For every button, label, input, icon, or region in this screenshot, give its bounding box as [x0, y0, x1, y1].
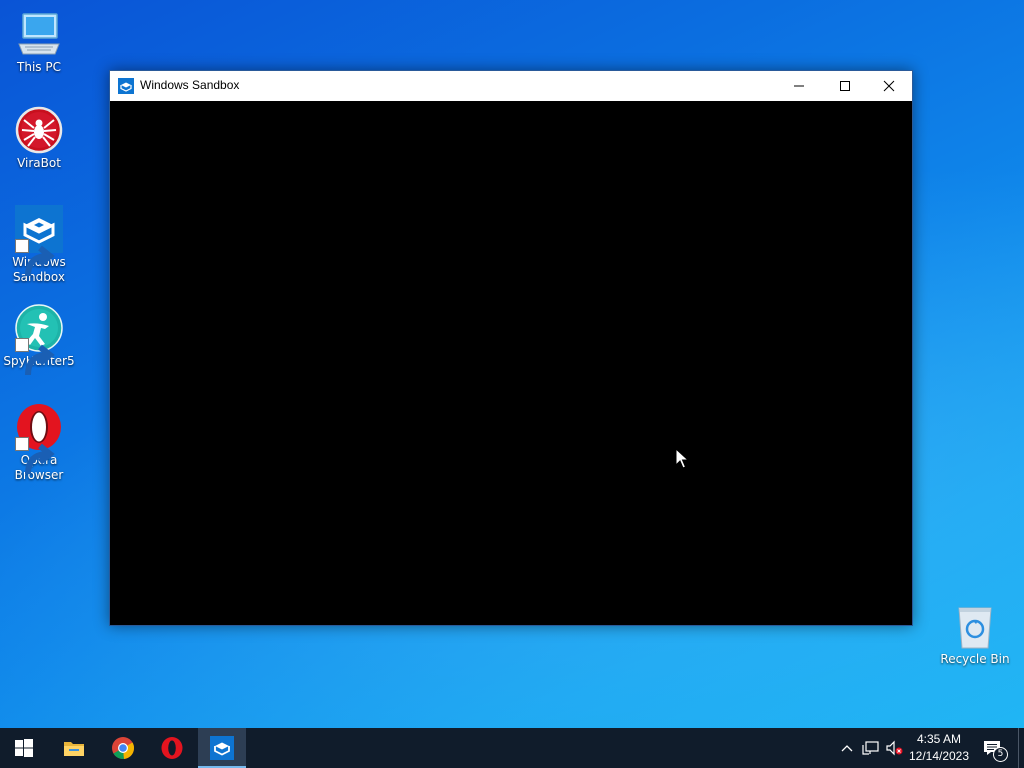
minimize-button[interactable]	[776, 71, 822, 101]
taskbar: 4:35 AM 12/14/2023	[0, 728, 1024, 768]
notification-count-badge: 5	[993, 747, 1008, 762]
clock-time: 4:35 AM	[916, 732, 962, 746]
virabot-spider-icon	[15, 106, 63, 154]
taskbar-windows-sandbox[interactable]	[198, 728, 246, 768]
opera-icon	[161, 737, 183, 759]
window-title: Windows Sandbox	[140, 78, 240, 92]
desktop-icon-this-pc[interactable]: This PC	[1, 10, 77, 75]
windows-sandbox-icon	[210, 736, 234, 760]
desktop-icon-spyhunter5[interactable]: SpyHunter5	[1, 304, 77, 376]
network-button[interactable]	[861, 738, 881, 758]
desktop-icon-windows-sandbox[interactable]: Windows Sandbox	[1, 205, 77, 285]
window-titlebar[interactable]: Windows Sandbox	[110, 71, 912, 101]
desktop-icon-opera-browser[interactable]: Opera Browser	[1, 403, 77, 483]
this-pc-icon	[18, 13, 60, 55]
shortcut-arrow-icon	[15, 437, 55, 475]
desktop-icon-recycle-bin[interactable]: Recycle Bin	[937, 602, 1013, 667]
windows-sandbox-icon	[118, 78, 134, 94]
mouse-cursor-icon	[675, 448, 689, 469]
start-icon	[15, 739, 33, 757]
volume-button[interactable]	[884, 738, 904, 758]
taskbar-file-explorer[interactable]	[50, 728, 98, 768]
volume-muted-icon	[886, 740, 903, 756]
start-button[interactable]	[0, 728, 48, 768]
taskbar-opera[interactable]	[148, 728, 196, 768]
clock-date: 12/14/2023	[908, 749, 970, 763]
close-button[interactable]	[866, 71, 912, 101]
shortcut-arrow-icon	[15, 338, 55, 376]
desktop-icon-label: ViraBot	[17, 156, 61, 170]
recycle-bin-icon	[958, 607, 992, 649]
minimize-icon	[794, 85, 804, 87]
close-icon	[883, 80, 895, 92]
desktop-icon-label: This PC	[17, 60, 61, 74]
desktop: This PC ViraBot Windows Sandbox SpyHunte…	[0, 0, 1024, 728]
shortcut-arrow-icon	[15, 239, 55, 277]
taskbar-clock[interactable]: 4:35 AM 12/14/2023	[902, 731, 976, 765]
taskbar-chrome[interactable]	[99, 728, 147, 768]
maximize-button[interactable]	[822, 71, 868, 101]
maximize-icon	[840, 81, 850, 91]
desktop-icon-label: Recycle Bin	[940, 652, 1010, 666]
file-explorer-icon	[64, 742, 84, 756]
chevron-up-icon	[841, 745, 853, 752]
show-desktop-button[interactable]	[1018, 728, 1024, 768]
sandbox-content-area[interactable]	[110, 101, 912, 625]
chrome-icon	[112, 737, 135, 760]
network-icon	[862, 741, 879, 755]
show-hidden-icons-button[interactable]	[837, 738, 857, 758]
windows-sandbox-window[interactable]: Windows Sandbox	[109, 70, 913, 626]
desktop-icon-virabot[interactable]: ViraBot	[1, 106, 77, 171]
